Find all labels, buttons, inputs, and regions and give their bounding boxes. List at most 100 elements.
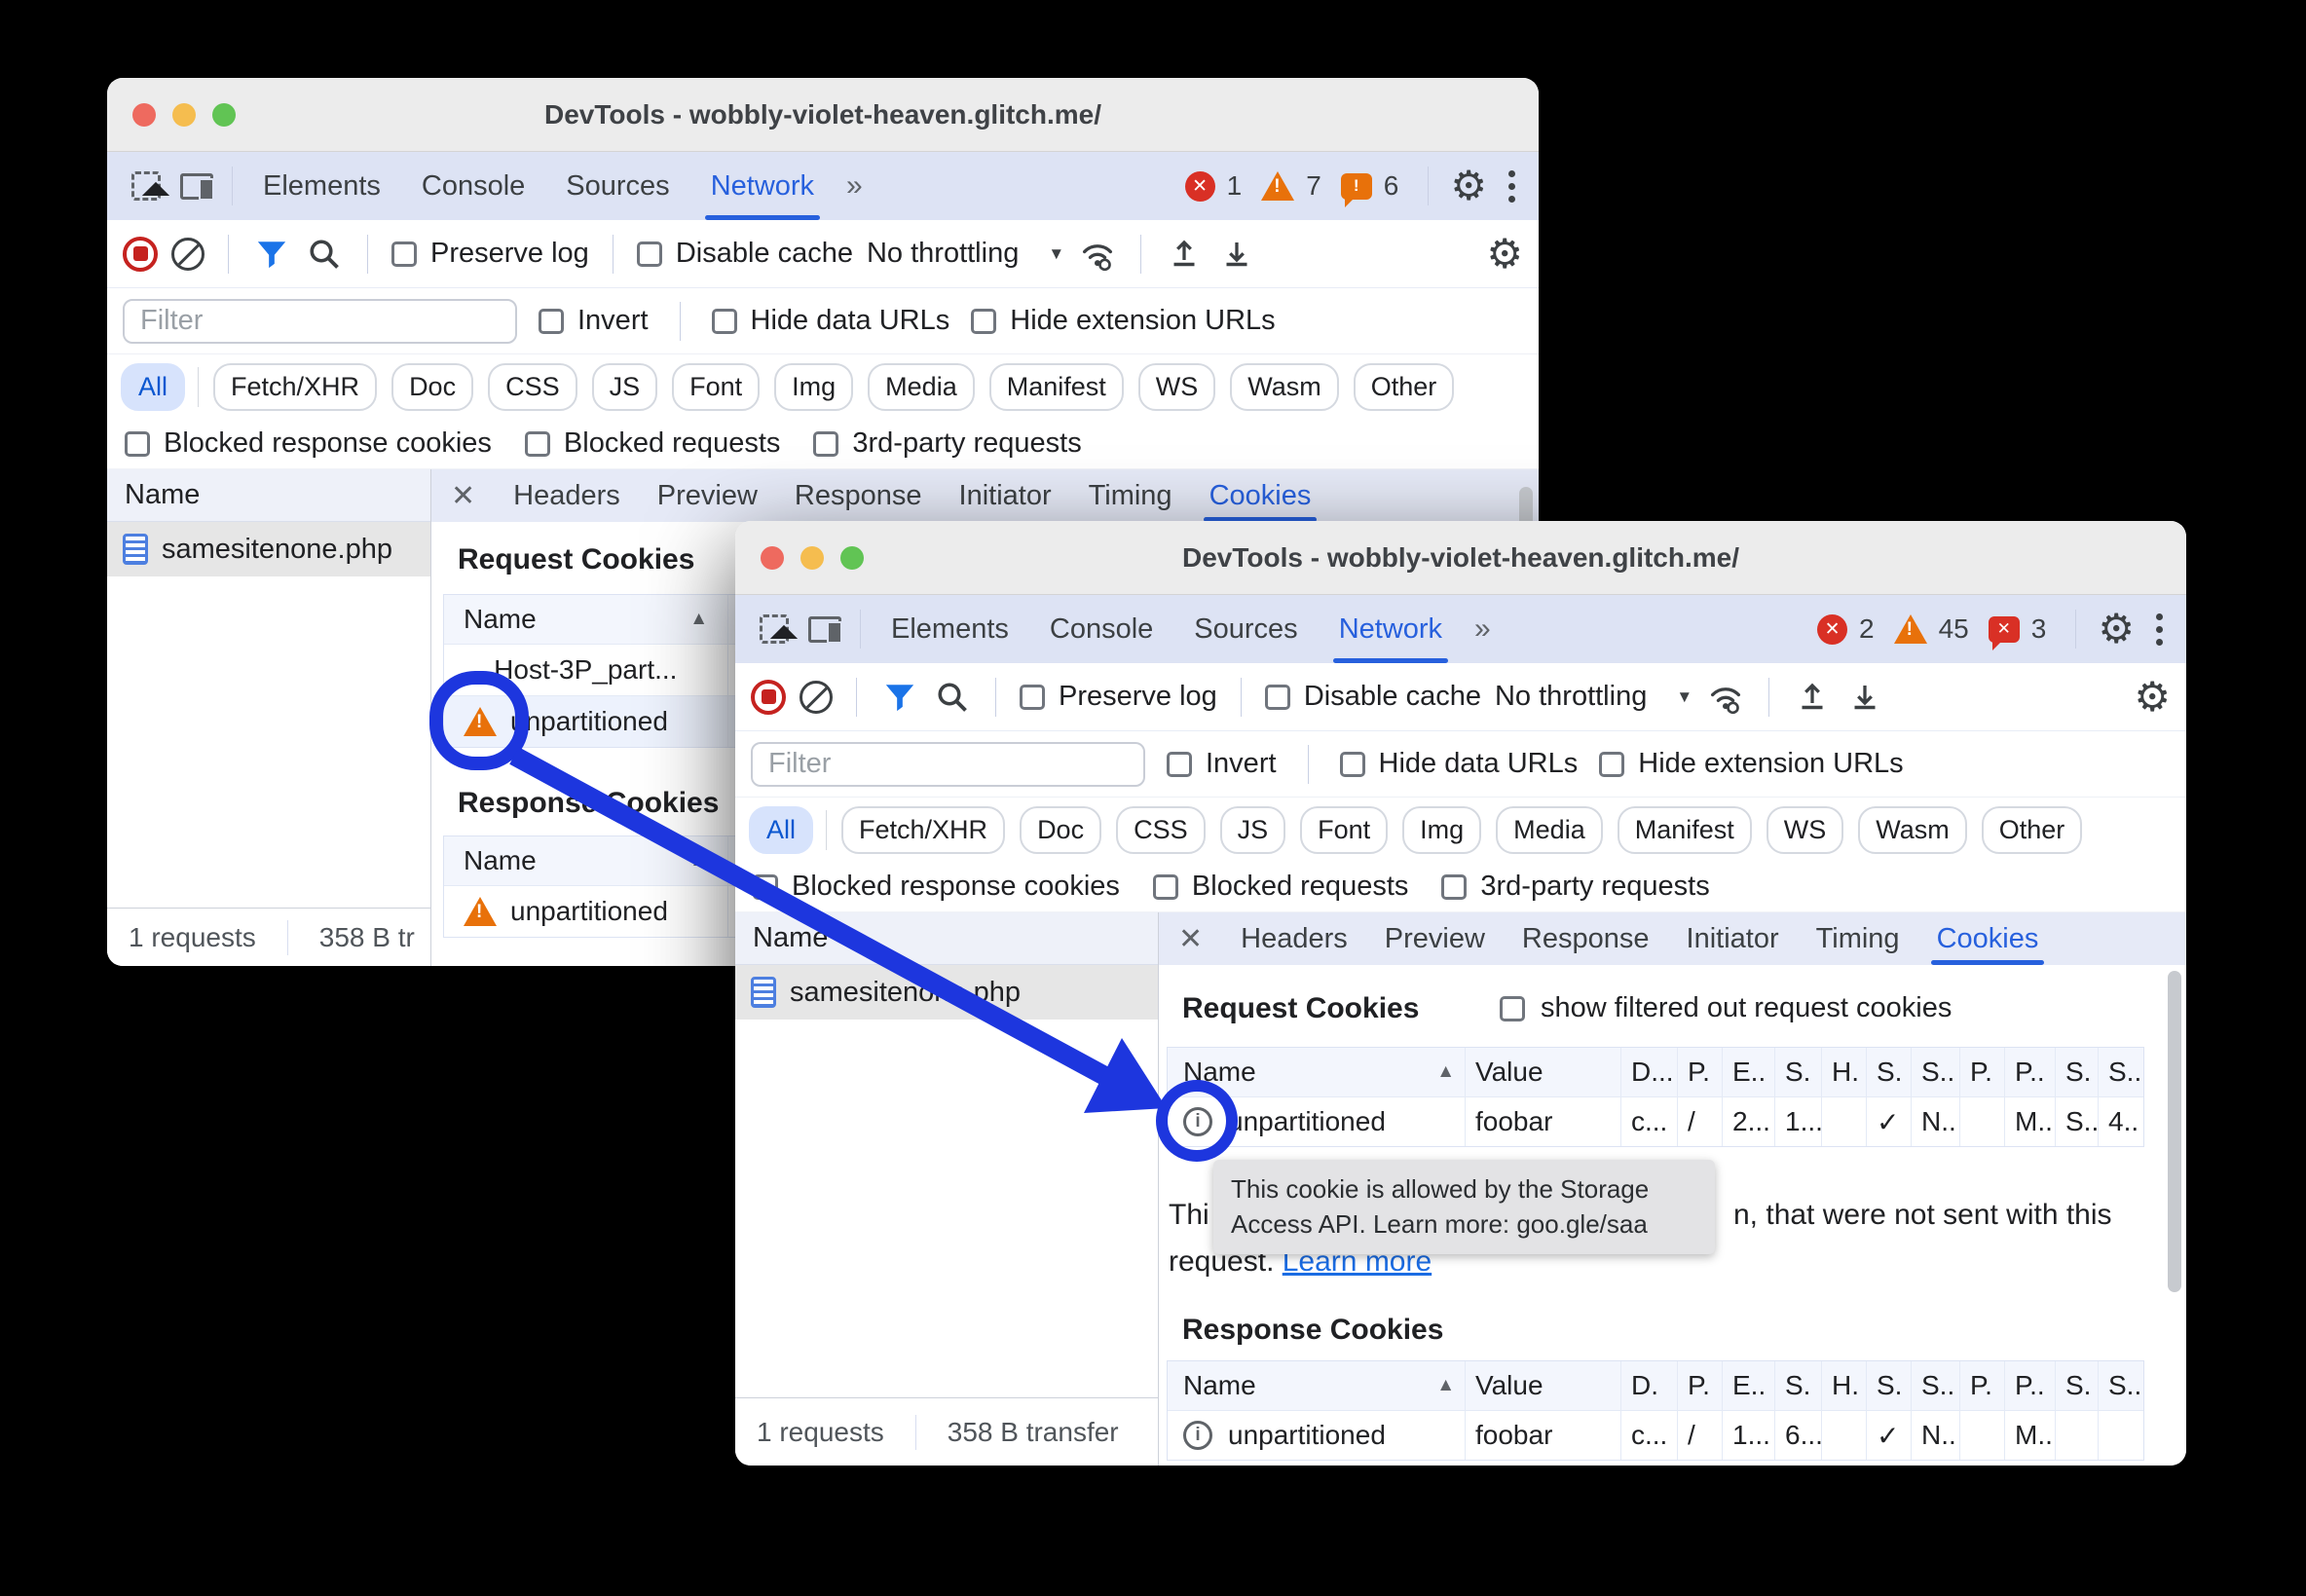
kebab-menu-icon[interactable] — [2146, 612, 2173, 646]
type-chip[interactable]: Doc — [1020, 805, 1102, 854]
settings-gear-icon[interactable]: ⚙ — [1450, 166, 1487, 206]
column-header[interactable]: E.. — [1723, 1361, 1775, 1410]
name-column-header[interactable]: Name ▲ — [1168, 1048, 1466, 1096]
type-chip[interactable]: Manifest — [988, 362, 1124, 411]
name-column-header[interactable]: Name ▲ — [1168, 1361, 1466, 1410]
record-icon[interactable] — [751, 679, 786, 715]
cookie-cell[interactable]: 4.. — [2099, 1097, 2143, 1146]
inspect-element-icon[interactable] — [121, 161, 171, 211]
show-filtered-checkbox[interactable]: show filtered out request cookies — [1500, 992, 1952, 1024]
detail-tab[interactable]: Response — [1522, 912, 1650, 965]
column-header[interactable]: S. — [1775, 1361, 1822, 1410]
cookie-cell[interactable] — [2099, 1411, 2143, 1460]
issues-badge-icon[interactable]: ✕ — [1988, 615, 2020, 650]
minimize-window-button[interactable] — [800, 546, 824, 570]
cookie-cell[interactable] — [1960, 1097, 2005, 1146]
column-header[interactable]: Value — [1466, 1361, 1621, 1410]
export-har-icon[interactable] — [1845, 676, 1884, 719]
import-har-icon[interactable] — [1165, 233, 1204, 276]
detail-tab[interactable]: Initiator — [959, 469, 1052, 522]
minimize-window-button[interactable] — [172, 103, 196, 127]
column-header[interactable]: S.. — [2099, 1048, 2143, 1096]
column-header[interactable]: Value — [1466, 1048, 1621, 1096]
type-chip[interactable]: WS — [1137, 362, 1216, 411]
name-column-header[interactable]: Name — [107, 469, 430, 522]
hide-data-urls-checkbox[interactable]: Hide data URLs — [1339, 748, 1578, 780]
close-window-button[interactable] — [132, 103, 156, 127]
column-header[interactable]: S. — [1867, 1361, 1912, 1410]
error-badge-icon[interactable]: ✕ — [1184, 170, 1215, 202]
column-header[interactable]: P. — [1678, 1361, 1723, 1410]
type-chip[interactable]: Fetch/XHR — [213, 362, 378, 411]
type-chip[interactable]: All — [121, 362, 200, 411]
device-toolbar-icon[interactable] — [800, 604, 850, 654]
detail-tab[interactable]: Initiator — [1687, 912, 1779, 965]
blocked-filter-checkbox[interactable]: 3rd-party requests — [1441, 871, 1710, 903]
cookie-cell[interactable] — [1960, 1411, 2005, 1460]
devtools-tab[interactable]: Sources — [1194, 595, 1297, 663]
cookie-cell[interactable] — [1822, 1097, 1867, 1146]
throttling-select[interactable]: No throttling — [1495, 681, 1647, 713]
type-chip[interactable]: Img — [1402, 805, 1482, 854]
detail-tab[interactable]: Headers — [1241, 912, 1348, 965]
detail-tab[interactable]: Preview — [657, 469, 758, 522]
zoom-window-button[interactable] — [840, 546, 864, 570]
export-har-icon[interactable] — [1217, 233, 1256, 276]
devtools-tab[interactable]: Elements — [891, 595, 1009, 663]
type-chip[interactable]: Doc — [391, 362, 474, 411]
detail-tab[interactable]: Cookies — [1203, 469, 1318, 522]
cookie-cell[interactable]: / — [1678, 1097, 1723, 1146]
network-conditions-icon[interactable] — [1706, 676, 1745, 719]
type-chip[interactable]: JS — [1219, 805, 1286, 854]
filter-input[interactable] — [123, 298, 517, 344]
settings-gear-icon[interactable]: ⚙ — [2098, 609, 2135, 650]
device-toolbar-icon[interactable] — [171, 161, 222, 211]
cookie-cell[interactable]: ✓ — [1867, 1097, 1912, 1146]
preserve-log-checkbox[interactable]: Preserve log — [1020, 681, 1217, 713]
import-har-icon[interactable] — [1793, 676, 1832, 719]
column-header[interactable]: H. — [1822, 1048, 1867, 1096]
cookie-cell[interactable]: M.. — [2005, 1097, 2056, 1146]
close-icon[interactable]: ✕ — [1178, 922, 1203, 956]
type-chip[interactable]: Font — [1300, 805, 1389, 854]
blocked-filter-checkbox[interactable]: Blocked response cookies — [125, 427, 492, 460]
info-icon[interactable]: i — [1183, 1421, 1212, 1450]
devtools-tab[interactable]: Network — [1332, 595, 1449, 663]
cookie-cell[interactable]: c... — [1621, 1411, 1678, 1460]
devtools-tab[interactable]: Sources — [566, 152, 669, 220]
column-header[interactable]: P. — [1960, 1361, 2005, 1410]
type-chip[interactable]: Other — [1353, 362, 1455, 411]
devtools-tab[interactable]: Console — [422, 152, 525, 220]
cookie-cell[interactable]: / — [1678, 1411, 1723, 1460]
cookie-cell[interactable] — [2056, 1411, 2099, 1460]
request-row[interactable]: samesitenone.php — [107, 522, 430, 576]
cookie-cell[interactable]: S.. — [2056, 1097, 2099, 1146]
cookie-cell[interactable]: 1... — [1723, 1411, 1775, 1460]
network-conditions-icon[interactable] — [1078, 233, 1117, 276]
cookie-cell[interactable]: N.. — [1912, 1411, 1960, 1460]
type-chip[interactable]: All — [749, 805, 828, 854]
cookie-cell[interactable]: N.. — [1912, 1097, 1960, 1146]
titlebar[interactable]: DevTools - wobbly-violet-heaven.glitch.m… — [107, 78, 1539, 152]
name-column-header[interactable]: Name — [735, 912, 1158, 965]
issues-badge-icon[interactable]: ! — [1340, 172, 1372, 207]
column-header[interactable]: E.. — [1723, 1048, 1775, 1096]
record-icon[interactable] — [123, 236, 158, 272]
blocked-filter-checkbox[interactable]: Blocked requests — [524, 427, 780, 460]
network-settings-gear-icon[interactable]: ⚙ — [2134, 676, 2171, 718]
type-chip[interactable]: Wasm — [1858, 805, 1967, 854]
type-chip[interactable]: Media — [1496, 805, 1603, 854]
column-header[interactable]: D... — [1621, 1048, 1678, 1096]
column-header[interactable]: S. — [1775, 1048, 1822, 1096]
type-chip[interactable]: WS — [1766, 805, 1844, 854]
hide-extension-urls-checkbox[interactable]: Hide extension URLs — [971, 305, 1276, 337]
column-header[interactable]: S.. — [1912, 1361, 1960, 1410]
warning-badge-icon[interactable] — [1261, 171, 1295, 201]
type-chip[interactable]: Manifest — [1617, 805, 1752, 854]
column-header[interactable]: S. — [1867, 1048, 1912, 1096]
type-chip[interactable]: Other — [1981, 805, 2083, 854]
clear-icon[interactable] — [171, 237, 205, 271]
cookie-cell[interactable] — [1822, 1411, 1867, 1460]
cookie-cell[interactable]: ✓ — [1867, 1411, 1912, 1460]
cookie-cell[interactable]: 1... — [1775, 1097, 1822, 1146]
